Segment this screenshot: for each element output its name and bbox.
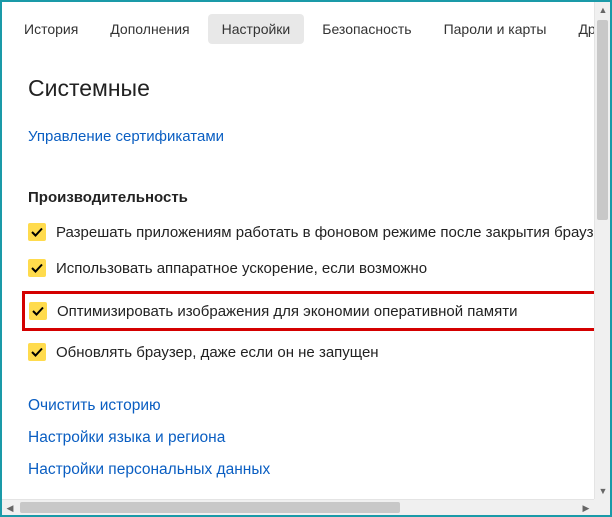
language-settings-link[interactable]: Настройки языка и региона: [28, 429, 600, 447]
checkbox-update-browser[interactable]: Обновлять браузер, даже если он не запущ…: [28, 341, 600, 363]
performance-section-title: Производительность: [28, 189, 600, 206]
tabs-bar: История Дополнения Настройки Безопасност…: [2, 2, 610, 55]
scroll-thumb[interactable]: [20, 502, 400, 513]
tab-passwords[interactable]: Пароли и карты: [430, 14, 561, 44]
checkbox-hw-accel[interactable]: Использовать аппаратное ускорение, если …: [28, 257, 600, 279]
checkbox-label: Использовать аппаратное ускорение, если …: [56, 260, 427, 277]
checkbox-icon[interactable]: [28, 343, 46, 361]
tab-settings[interactable]: Настройки: [208, 14, 305, 44]
checkbox-icon[interactable]: [29, 302, 47, 320]
personal-data-link[interactable]: Настройки персональных данных: [28, 461, 600, 479]
checkbox-icon[interactable]: [28, 223, 46, 241]
scroll-corner: [594, 499, 610, 515]
scroll-down-icon[interactable]: ▼: [595, 483, 610, 499]
horizontal-scrollbar[interactable]: ◀ ▶: [2, 499, 594, 515]
checkbox-label: Разрешать приложениям работать в фоновом…: [56, 224, 594, 241]
tab-history[interactable]: История: [10, 14, 92, 44]
scroll-thumb[interactable]: [597, 20, 608, 220]
checkbox-icon[interactable]: [28, 259, 46, 277]
vertical-scrollbar[interactable]: ▲ ▼: [594, 2, 610, 499]
scroll-right-icon[interactable]: ▶: [578, 500, 594, 515]
manage-certificates-link[interactable]: Управление сертификатами: [28, 128, 600, 145]
tab-security[interactable]: Безопасность: [308, 14, 425, 44]
main-content: Системные Управление сертификатами Произ…: [2, 55, 610, 503]
scroll-up-icon[interactable]: ▲: [595, 2, 610, 18]
page-title: Системные: [28, 75, 600, 102]
scroll-left-icon[interactable]: ◀: [2, 500, 18, 515]
checkbox-optimize-images[interactable]: Оптимизировать изображения для экономии …: [22, 291, 600, 331]
tab-addons[interactable]: Дополнения: [96, 14, 203, 44]
checkbox-label: Обновлять браузер, даже если он не запущ…: [56, 344, 379, 361]
checkbox-label: Оптимизировать изображения для экономии …: [57, 303, 517, 320]
clear-history-link[interactable]: Очистить историю: [28, 397, 600, 415]
checkbox-background-apps[interactable]: Разрешать приложениям работать в фоновом…: [28, 221, 600, 243]
